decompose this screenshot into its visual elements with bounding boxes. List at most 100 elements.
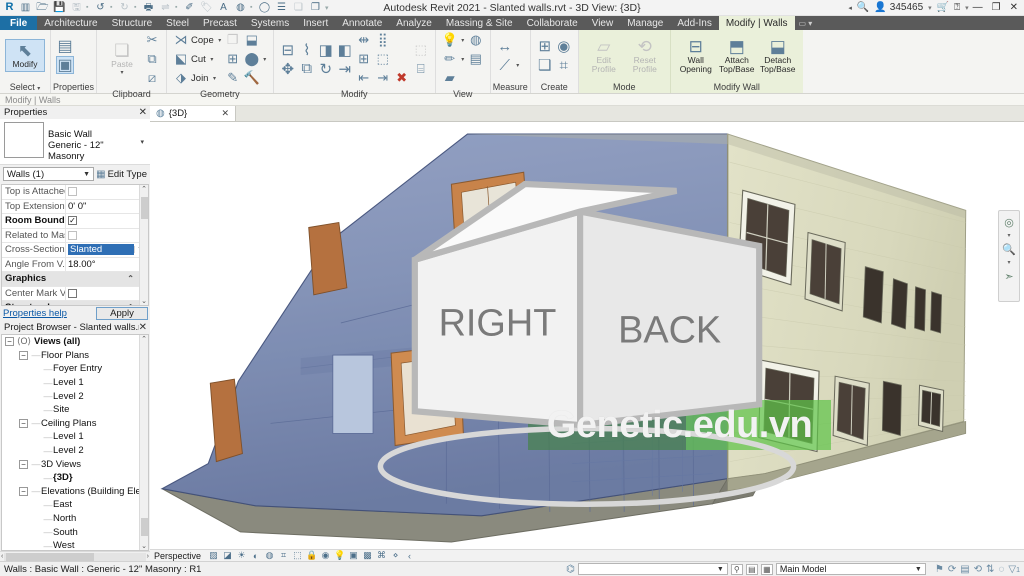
tab-analyze[interactable]: Analyze [389,16,439,30]
rendering-dialog-icon[interactable]: ◍ [264,550,275,561]
edit-view-icon[interactable]: ✏ [441,50,459,68]
project-browser-tree[interactable]: − ⟨O⟩ Views (all) − — Floor Plans — Foye… [1,334,149,551]
exclude-options-icon[interactable]: ⇅ [986,564,994,575]
cope-caret-icon[interactable]: ▾ [217,37,223,44]
tab-manage[interactable]: Manage [620,16,670,30]
type-properties-icon[interactable]: ▣ [56,56,74,74]
project-browser-close-icon[interactable]: ✕ [139,322,147,333]
revit-logo-icon[interactable]: R [3,1,16,15]
property-value[interactable] [66,185,148,199]
show-crop-region-icon[interactable]: ⬚ [292,550,303,561]
view-caret-icon[interactable]: ▾ [460,37,466,44]
tab-massing-site[interactable]: Massing & Site [439,16,520,30]
align-icon[interactable]: ⊟ [279,41,297,59]
tree-node-north[interactable]: — North [2,512,148,526]
text-icon[interactable]: A [216,1,231,15]
help-icon[interactable]: ⍰ [954,2,960,13]
selection-combo[interactable]: Walls (1) ▼ [3,167,94,181]
join-geometry-caret-icon[interactable]: ▾ [211,75,217,82]
scroll-up-icon[interactable]: ⌃ [141,335,147,343]
lock-3d-view-icon[interactable]: 🔒 [306,550,317,561]
move-icon[interactable]: ✥ [279,60,297,78]
property-row-top-is-attached[interactable]: Top is Attached [2,185,148,200]
cut-icon[interactable]: ✂ [143,31,161,49]
visual-style-icon[interactable]: ◪ [222,550,233,561]
property-value[interactable] [66,287,148,301]
wall-opening-button[interactable]: ⊟ Wall Opening [676,36,716,76]
hscroll-thumb[interactable] [6,553,94,561]
mirror-pick-axis-icon[interactable]: ◨ [317,41,335,59]
detach-top-base-button[interactable]: ⬓ Detach Top/Base [758,36,798,76]
properties-help-link[interactable]: Properties help [3,308,67,319]
scrollbar-thumb[interactable] [141,518,148,536]
view-scale-label[interactable]: Perspective [154,551,205,561]
tab-structure[interactable]: Structure [105,16,160,30]
section-icon[interactable]: ◯ [257,1,272,15]
scroll-left-icon[interactable]: ‹ [1,553,3,560]
search-icon[interactable]: 🔍 [857,2,869,13]
cut-geometry-icon[interactable]: ⬕ [172,50,190,68]
paste-button[interactable]: ❏ Paste ▾ [102,40,142,79]
array-icon[interactable]: ⣿ [374,31,392,49]
property-value[interactable]: 0' 0" [66,200,148,214]
measure-icon[interactable]: ⇌ [158,1,173,15]
zoom-icon[interactable]: 🔍 [1000,241,1018,258]
property-value[interactable] [66,229,148,243]
pan-icon[interactable]: ➣ [1000,268,1018,285]
aligned-dimension-icon[interactable]: ✐ [182,1,197,15]
demolish-icon[interactable]: 🔨 [243,69,261,87]
select-panel-caret-icon[interactable]: ▾ [37,86,40,92]
steering-wheel-icon[interactable]: ◎ [1000,214,1018,231]
tree-node-3d-views[interactable]: − — 3D Views [2,457,148,471]
thin-lines-icon[interactable]: ☰ [274,1,289,15]
save-icon[interactable]: 💾 [52,1,67,15]
section-box-icon[interactable]: ▰ [441,69,459,87]
tree-node-3d-default[interactable]: — {3D} [2,471,148,485]
tree-node-foyer-entry[interactable]: — Foyer Entry [2,362,148,376]
status-right-icons[interactable]: ⚑ ⟳ ▤ ⟲ ⇅ ◌ ▽1 [929,564,1020,575]
design-options-icon[interactable]: ▦ [761,564,773,575]
edit-view-caret-icon[interactable]: ▾ [460,56,466,63]
scroll-down-icon[interactable]: ⌄ [141,297,147,305]
reveal-hidden-elements-icon[interactable]: 💡 [334,550,345,561]
split-icon[interactable]: ⇹ [355,31,373,49]
press-drag-field[interactable]: ▼ [578,563,728,575]
active-workset-icon[interactable]: ▤ [960,564,969,575]
worksharing-display-icon[interactable]: ⋄ [390,550,401,561]
checkbox-unchecked[interactable] [68,289,77,298]
attach-top-base-button[interactable]: ⬒ Attach Top/Base [717,36,757,76]
property-row-related-to-mass[interactable]: Related to Mass [2,229,148,244]
tree-node-level-2-floor[interactable]: — Level 2 [2,389,148,403]
edit-profile-button[interactable]: ▱ Edit Profile [584,36,624,76]
scroll-down-icon[interactable]: ⌄ [141,542,147,550]
redo-icon[interactable]: ↻ [117,1,132,15]
default-3d-view-icon[interactable]: ◍ [233,1,248,15]
hide-category-icon[interactable]: ▤ [467,50,485,68]
geometry-more-caret-icon[interactable]: ▾ [262,56,268,63]
tab-systems[interactable]: Systems [244,16,296,30]
tree-node-floor-plans[interactable]: − — Floor Plans [2,349,148,363]
account-area[interactable]: 👤 345465 [874,2,923,13]
tab-precast[interactable]: Precast [196,16,244,30]
pin-icon[interactable]: ⬚ [412,41,430,59]
crop-view-icon[interactable]: ⌗ [278,550,289,561]
property-value[interactable]: Slanted ▼ [66,243,148,257]
measure-between-references-icon[interactable]: ↔ [496,37,514,55]
checkbox-unchecked[interactable] [68,231,77,240]
tree-node-elevations[interactable]: − — Elevations (Building Elevatio [2,485,148,499]
measure-caret-icon[interactable]: ▾ [515,62,521,69]
shadows-icon[interactable]: ◐ [250,551,261,561]
properties-scrollbar[interactable]: ⌃ ⌄ [139,185,148,305]
cart-icon[interactable]: 🛒 [937,2,949,13]
navigation-bar[interactable]: ◎ ▾ 🔍 ▾ ➣ [998,210,1020,302]
split-face-icon[interactable]: ⊞ [224,50,242,68]
group-icon[interactable]: ⊞ [355,50,373,68]
switch-windows-icon[interactable]: ❐ [308,1,323,15]
ribbon-display-options-icon[interactable]: ▭ ▾ [795,16,817,30]
tab-insert[interactable]: Insert [296,16,335,30]
create-similar-create-icon[interactable]: ⌗ [555,56,573,74]
tab-steel[interactable]: Steel [159,16,196,30]
cope-icon[interactable]: ⋊ [172,31,190,49]
tree-node-level-1-floor[interactable]: — Level 1 [2,376,148,390]
view-control-more-icon[interactable]: ‹ [404,551,415,561]
